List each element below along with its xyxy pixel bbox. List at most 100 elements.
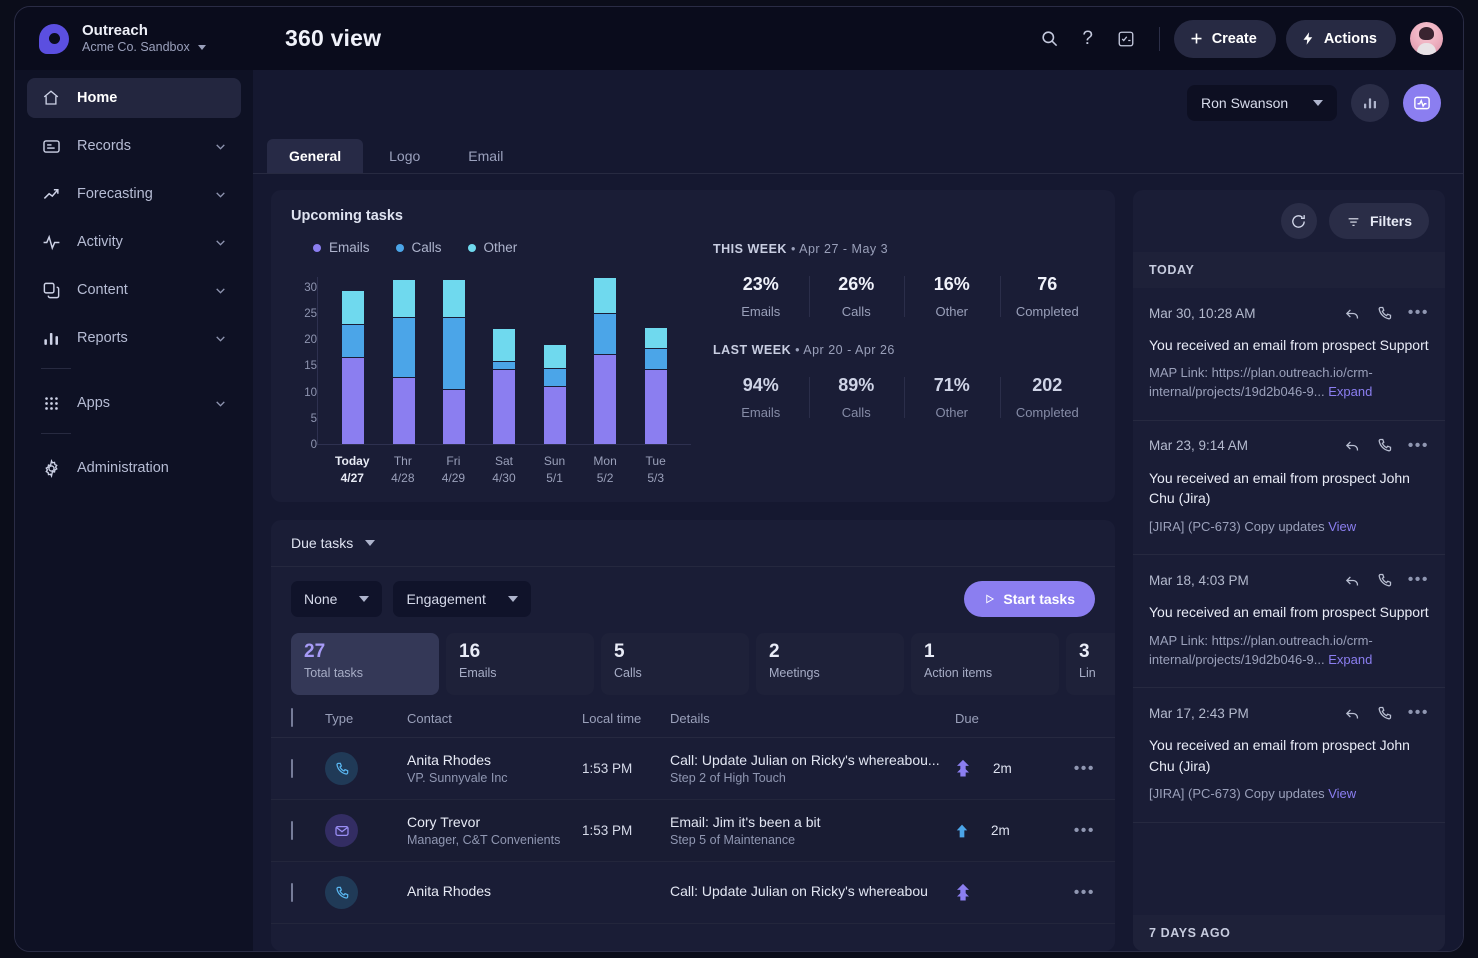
chart-legend: Emails Calls Other — [291, 240, 691, 255]
table-row[interactable]: Cory Trevor Manager, C&T Convenients 1:53 … — [271, 800, 1115, 863]
tab-logo[interactable]: Logo — [367, 139, 442, 173]
activity-link[interactable]: View — [1328, 786, 1356, 801]
reply-icon[interactable] — [1344, 305, 1361, 322]
bar-column[interactable] — [594, 277, 617, 444]
sidebar-item-apps[interactable]: Apps — [27, 383, 241, 423]
filter-none-value: None — [304, 590, 338, 607]
help-question-icon[interactable]: ? — [1069, 20, 1107, 58]
stat-value: 71% — [933, 375, 970, 395]
bar-segment-calls — [493, 360, 516, 370]
brand-block[interactable]: Outreach Acme Co. Sandbox — [15, 22, 253, 55]
activity-more-icon[interactable]: ••• — [1408, 704, 1429, 722]
task-count-tile[interactable]: 16 Emails — [446, 632, 594, 695]
sidebar-item-administration[interactable]: Administration — [27, 448, 241, 488]
y-tick: 10 — [304, 386, 317, 399]
sidebar-item-reports[interactable]: Reports — [27, 318, 241, 358]
refresh-button[interactable] — [1280, 203, 1317, 239]
phone-icon[interactable] — [1376, 437, 1393, 454]
row-more-icon[interactable]: ••• — [1074, 760, 1095, 778]
filter-engagement-dropdown[interactable]: Engagement — [393, 580, 531, 617]
activity-body: [JIRA] (PC-673) Copy updates — [1149, 786, 1325, 801]
activity-view-toggle[interactable] — [1403, 83, 1441, 122]
tab-general[interactable]: General — [267, 139, 364, 173]
select-all-checkbox[interactable] — [291, 707, 293, 727]
bar-column[interactable] — [342, 290, 365, 444]
filter-none-dropdown[interactable]: None — [291, 580, 383, 617]
stat-value: 89% — [838, 375, 875, 395]
bar-column[interactable] — [493, 327, 516, 444]
search-icon[interactable] — [1031, 20, 1069, 58]
filters-label: Filters — [1369, 213, 1412, 229]
activity-link[interactable]: View — [1328, 519, 1356, 534]
bar-column[interactable] — [443, 279, 466, 444]
main-content: Ron Swanson General Logo Email Upcoming … — [253, 70, 1463, 951]
bar-column[interactable] — [392, 278, 415, 444]
sidebar-divider — [41, 368, 71, 369]
task-count-tile[interactable]: 5 Calls — [601, 632, 749, 695]
create-button[interactable]: Create — [1173, 19, 1276, 58]
phone-icon[interactable] — [1376, 572, 1393, 589]
activity-link[interactable]: Expand — [1328, 384, 1372, 399]
activity-more-icon[interactable]: ••• — [1408, 437, 1429, 455]
chevron-down-icon — [214, 188, 227, 201]
sidebar-item-records[interactable]: Records — [27, 126, 241, 166]
task-count-tile[interactable]: 27 Total tasks — [291, 632, 439, 695]
stat-calls: 89% Calls — [808, 375, 905, 420]
chevron-down-icon — [365, 539, 376, 546]
legend-label: Calls — [411, 240, 442, 255]
reply-icon[interactable] — [1344, 437, 1361, 454]
row-checkbox[interactable] — [291, 820, 293, 840]
phone-icon[interactable] — [1376, 705, 1393, 722]
table-row[interactable]: Anita Rhodes VP. Sunnyvale Inc 1:53 PM Call… — [271, 738, 1115, 801]
task-count-tile[interactable]: 3 Lin — [1066, 632, 1115, 695]
activity-more-icon[interactable]: ••• — [1408, 304, 1429, 322]
activity-more-icon[interactable]: ••• — [1408, 571, 1429, 589]
bar-segment-emails — [644, 369, 667, 444]
activity-body: [JIRA] (PC-673) Copy updates — [1149, 518, 1325, 534]
table-row[interactable]: Anita Rhodes Call: Update Julian on Ricky… — [271, 862, 1115, 925]
task-count-tile[interactable]: 2 Meetings — [756, 632, 904, 695]
stat-other: 71% Other — [904, 375, 1000, 420]
activity-item[interactable]: Mar 30, 10:28 AM ••• You received an email… — [1133, 288, 1445, 421]
bar-chart-icon — [41, 328, 61, 348]
y-tick: 15 — [304, 360, 317, 373]
filter-icon — [1348, 217, 1359, 226]
workspace-selector[interactable]: Acme Co. Sandbox — [82, 40, 206, 55]
bar-column[interactable] — [543, 344, 566, 444]
tile-label: Total tasks — [304, 665, 364, 680]
user-select[interactable]: Ron Swanson — [1187, 84, 1337, 121]
top-bar-actions: ? Create Actions — [1031, 19, 1463, 58]
row-checkbox[interactable] — [291, 882, 293, 902]
due-tasks-header[interactable]: Due tasks — [271, 520, 1115, 567]
column-local-time: Local time — [582, 710, 642, 726]
reply-icon[interactable] — [1344, 705, 1361, 722]
sidebar-item-activity[interactable]: Activity — [27, 222, 241, 262]
start-tasks-label: Start tasks — [1003, 590, 1075, 607]
actions-button[interactable]: Actions — [1285, 19, 1396, 58]
checklist-icon[interactable] — [1107, 20, 1145, 58]
home-icon — [41, 88, 61, 108]
reply-icon[interactable] — [1344, 572, 1361, 589]
start-tasks-button[interactable]: Start tasks — [964, 580, 1095, 617]
filters-button[interactable]: Filters — [1328, 203, 1429, 239]
row-checkbox[interactable] — [291, 758, 293, 778]
sidebar-item-forecasting[interactable]: Forecasting — [27, 174, 241, 214]
activity-link[interactable]: Expand — [1328, 652, 1372, 667]
row-more-icon[interactable]: ••• — [1074, 884, 1095, 902]
user-avatar[interactable] — [1410, 22, 1443, 55]
bar-chart-view-toggle[interactable] — [1351, 83, 1389, 122]
sidebar-item-content[interactable]: Content — [27, 270, 241, 310]
activity-item[interactable]: Mar 17, 2:43 PM ••• You received an email … — [1133, 688, 1445, 823]
activity-item[interactable]: Mar 18, 4:03 PM ••• You received an email … — [1133, 555, 1445, 689]
phone-icon[interactable] — [1376, 305, 1393, 322]
activity-item[interactable]: Mar 23, 9:14 AM ••• You received an email … — [1133, 421, 1445, 556]
bar-column[interactable] — [644, 327, 667, 444]
y-tick: 25 — [304, 307, 317, 320]
tab-email[interactable]: Email — [446, 139, 525, 173]
stat-value: 23% — [742, 274, 779, 294]
row-more-icon[interactable]: ••• — [1074, 822, 1095, 840]
task-count-tile[interactable]: 1 Action items — [911, 632, 1059, 695]
task-details: Call: Update Julian on Ricky's whereabou… — [670, 752, 940, 769]
sidebar-item-label: Reports — [77, 330, 128, 346]
sidebar-item-home[interactable]: Home — [27, 78, 241, 118]
